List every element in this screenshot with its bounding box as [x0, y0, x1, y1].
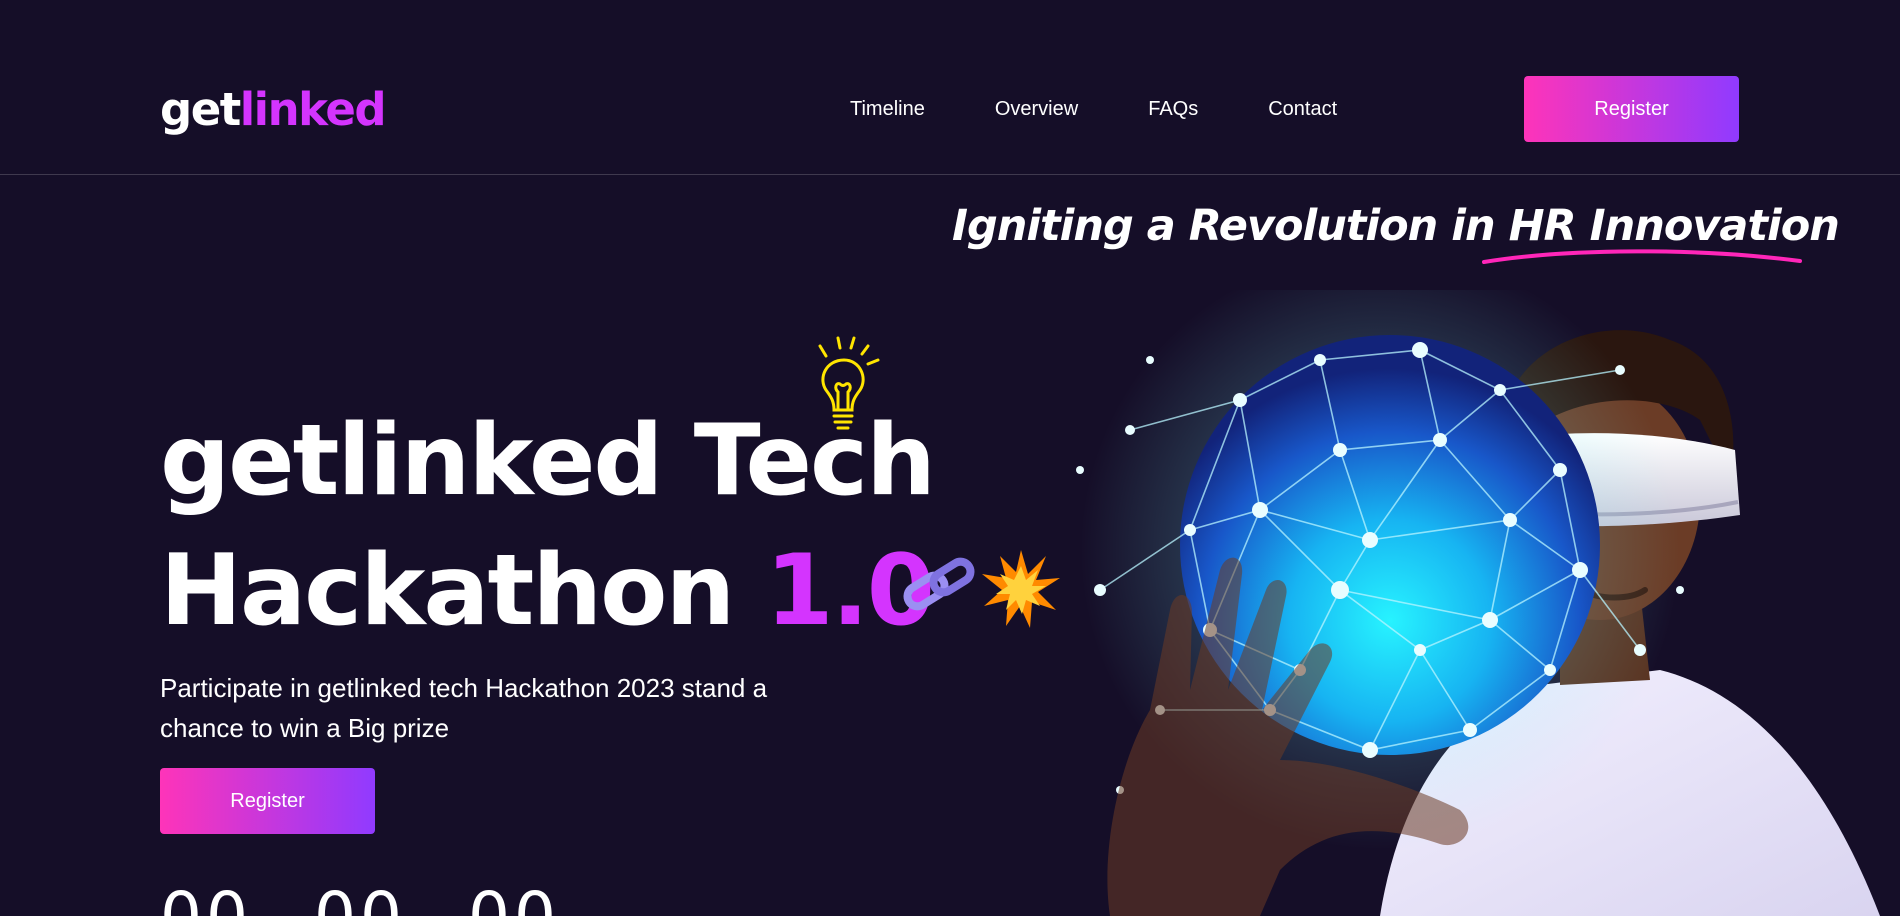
chain-icon: [903, 557, 975, 611]
countdown-seconds: 00: [468, 884, 560, 916]
nav-faqs[interactable]: FAQs: [1148, 94, 1198, 124]
logo[interactable]: getlinked: [160, 80, 387, 140]
countdown-minutes: 00: [314, 884, 406, 916]
landing-page: getlinked Timeline Overview FAQs Contact…: [0, 0, 1900, 916]
nav-timeline[interactable]: Timeline: [850, 94, 925, 124]
countdown-hours: 00: [160, 884, 252, 916]
logo-part-linked: linked: [239, 83, 387, 136]
header-register-button[interactable]: Register: [1524, 76, 1739, 142]
main-nav: Timeline Overview FAQs Contact: [850, 94, 1337, 124]
logo-part-get: get: [160, 83, 241, 136]
bulb-icon: [818, 336, 880, 430]
hero-title-main: Hackathon: [160, 534, 766, 648]
hero-illustration: [1076, 290, 1880, 916]
hero-subtitle: Participate in getlinked tech Hackathon …: [160, 673, 768, 743]
hero-title-line-2: Hackathon 1.0: [160, 534, 935, 648]
hero-register-button[interactable]: Register: [160, 768, 375, 834]
nav-overview[interactable]: Overview: [995, 94, 1078, 124]
countdown-timer: 00 00 00: [160, 884, 622, 916]
tagline-underline: [1482, 249, 1802, 264]
nav-contact[interactable]: Contact: [1268, 94, 1337, 124]
site-header: getlinked Timeline Overview FAQs Contact…: [0, 0, 1900, 175]
